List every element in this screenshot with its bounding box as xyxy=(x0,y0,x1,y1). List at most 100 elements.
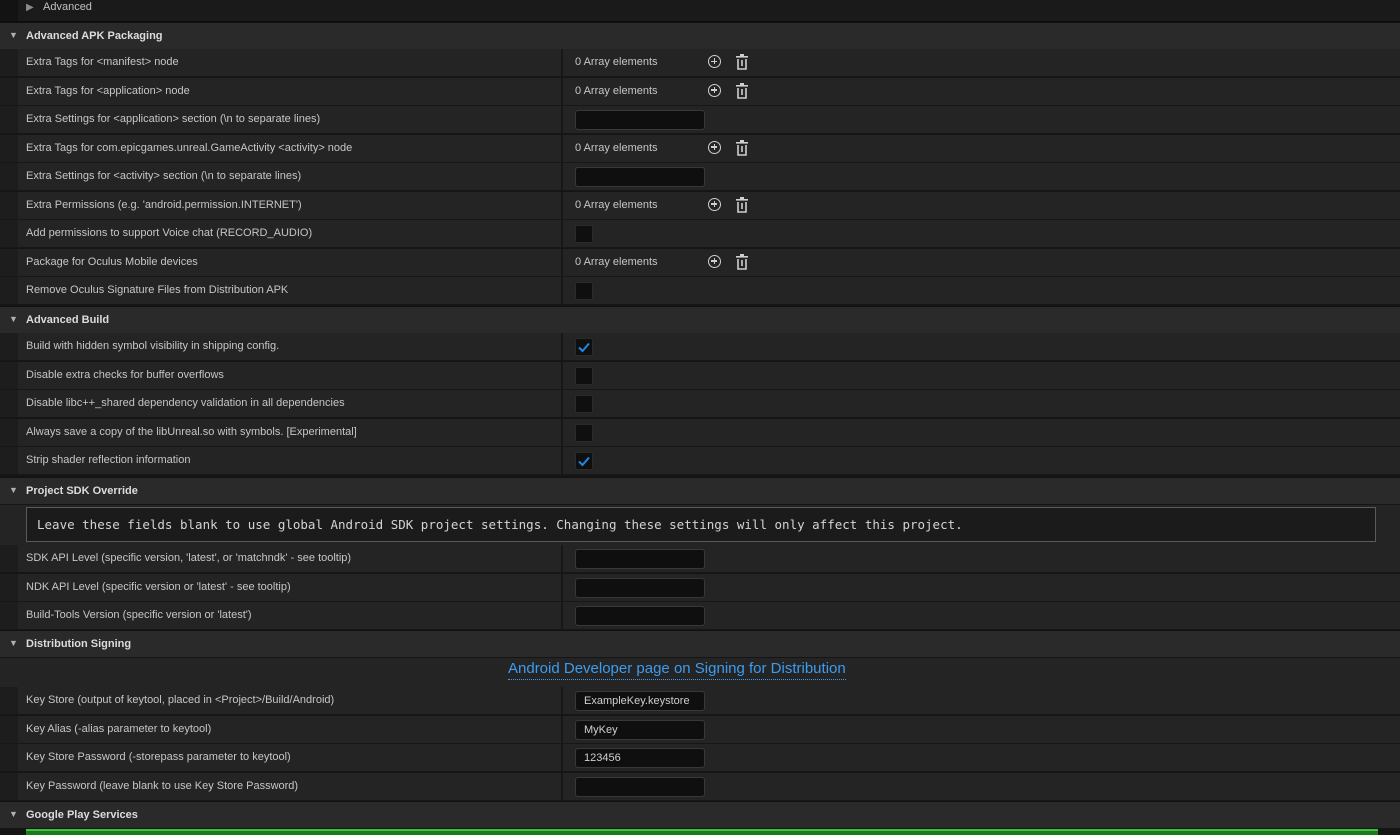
trash-icon[interactable] xyxy=(735,82,749,99)
row-indent xyxy=(0,418,18,446)
checkbox[interactable] xyxy=(575,225,593,243)
text-field[interactable]: MyKey xyxy=(575,719,705,740)
trash-icon[interactable] xyxy=(735,139,749,156)
property-label: Extra Settings for <application> section… xyxy=(26,113,321,125)
column-splitter[interactable] xyxy=(561,248,563,276)
triangle-down-icon[interactable]: ▼ xyxy=(9,314,18,324)
array-count: 0 Array elements xyxy=(575,141,658,154)
checkbox[interactable] xyxy=(575,282,593,300)
column-splitter[interactable] xyxy=(561,277,563,304)
column-splitter[interactable] xyxy=(561,447,563,474)
plus-circle-icon[interactable] xyxy=(708,140,721,154)
property-row: Build with hidden symbol visibility in s… xyxy=(0,333,1400,361)
signing-link-row: Android Developer page on Signing for Di… xyxy=(0,658,1400,687)
property-label: Build with hidden symbol visibility in s… xyxy=(26,340,280,352)
property-row: Always save a copy of the libUnreal.so w… xyxy=(0,418,1400,447)
column-splitter[interactable] xyxy=(561,772,563,800)
column-splitter[interactable] xyxy=(561,744,563,771)
row-indent xyxy=(0,715,18,743)
row-indent xyxy=(0,333,18,360)
column-splitter[interactable] xyxy=(561,220,563,247)
section-header-build[interactable]: ▼ Advanced Build xyxy=(0,306,1400,333)
column-splitter[interactable] xyxy=(561,106,563,133)
row-indent xyxy=(0,248,18,276)
row-indent xyxy=(0,687,18,714)
column-splitter[interactable] xyxy=(561,191,563,219)
section-header-sdk[interactable]: ▼ Project SDK Override xyxy=(0,477,1400,504)
column-splitter[interactable] xyxy=(561,715,563,743)
trash-icon[interactable] xyxy=(735,196,749,213)
column-splitter[interactable] xyxy=(561,390,563,417)
property-row: Key Password (leave blank to use Key Sto… xyxy=(0,772,1400,801)
checkbox[interactable] xyxy=(575,423,593,442)
property-label: Remove Oculus Signature Files from Distr… xyxy=(26,284,289,296)
column-splitter[interactable] xyxy=(561,134,563,162)
trash-icon[interactable] xyxy=(735,253,749,270)
triangle-down-icon[interactable]: ▼ xyxy=(9,485,18,495)
property-row: Extra Settings for <activity> section (\… xyxy=(0,163,1400,191)
array-count: 0 Array elements xyxy=(575,84,658,97)
column-splitter[interactable] xyxy=(561,573,563,601)
column-splitter[interactable] xyxy=(561,163,563,190)
row-indent xyxy=(0,573,18,601)
row-indent xyxy=(0,220,18,247)
text-field[interactable]: ExampleKey.keystore xyxy=(575,691,705,711)
sdk-note-row: Leave these fields blank to use global A… xyxy=(0,505,1400,545)
checkbox-checked[interactable] xyxy=(575,338,593,356)
plus-circle-icon[interactable] xyxy=(708,83,721,97)
text-field[interactable] xyxy=(575,167,705,187)
section-title: Advanced APK Packaging xyxy=(26,30,163,42)
section-header-signing[interactable]: ▼ Distribution Signing xyxy=(0,630,1400,657)
property-label: Build-Tools Version (specific version or… xyxy=(26,609,252,621)
column-splitter[interactable] xyxy=(561,545,563,572)
property-row: Strip shader reflection information xyxy=(0,447,1400,475)
text-field[interactable] xyxy=(575,110,705,130)
signing-docs-link[interactable]: Android Developer page on Signing for Di… xyxy=(508,660,846,680)
column-splitter[interactable] xyxy=(561,77,563,105)
column-splitter[interactable] xyxy=(561,49,563,76)
column-splitter[interactable] xyxy=(561,361,563,389)
row-indent xyxy=(0,361,18,389)
checkbox[interactable] xyxy=(575,366,593,385)
triangle-right-icon[interactable]: ▶ xyxy=(26,2,34,13)
plus-circle-icon[interactable] xyxy=(708,254,721,268)
property-row: Key Store Password (-storepass parameter… xyxy=(0,744,1400,772)
column-splitter[interactable] xyxy=(561,687,563,714)
row-indent xyxy=(0,77,18,105)
text-field[interactable] xyxy=(575,776,705,797)
property-label: Key Alias (-alias parameter to keytool) xyxy=(26,722,212,735)
property-row: Disable extra checks for buffer overflow… xyxy=(0,361,1400,390)
property-label: Key Store (output of keytool, placed in … xyxy=(26,694,335,706)
column-splitter[interactable] xyxy=(561,418,563,446)
trash-icon[interactable] xyxy=(735,54,749,70)
property-label: SDK API Level (specific version, 'latest… xyxy=(26,552,352,564)
row-indent xyxy=(0,277,18,304)
plus-circle-icon[interactable] xyxy=(708,55,721,68)
checkbox[interactable] xyxy=(575,395,593,413)
text-field[interactable] xyxy=(575,549,705,569)
triangle-down-icon[interactable]: ▼ xyxy=(9,809,18,819)
checkbox-checked[interactable] xyxy=(575,452,593,470)
property-row: SDK API Level (specific version, 'latest… xyxy=(0,545,1400,573)
column-splitter[interactable] xyxy=(561,602,563,629)
property-label: Extra Settings for <activity> section (\… xyxy=(26,170,302,182)
property-row: Package for Oculus Mobile devices 0 Array… xyxy=(0,248,1400,277)
text-field[interactable]: 123456 xyxy=(575,748,705,768)
row-indent xyxy=(0,134,18,162)
property-row: Remove Oculus Signature Files from Distr… xyxy=(0,277,1400,305)
property-row: Extra Permissions (e.g. 'android.permiss… xyxy=(0,191,1400,220)
property-label: Extra Tags for <application> node xyxy=(26,84,190,97)
text-field[interactable] xyxy=(575,577,705,598)
section-header-gps[interactable]: ▼ Google Play Services xyxy=(0,801,1400,828)
column-splitter[interactable] xyxy=(561,333,563,360)
advanced-label: Advanced xyxy=(43,1,92,13)
property-label: Extra Tags for com.epicgames.unreal.Game… xyxy=(26,141,353,154)
plus-circle-icon[interactable] xyxy=(708,197,721,211)
advanced-category-row[interactable]: ▶ Advanced xyxy=(0,0,1400,22)
play-services-status-bar xyxy=(26,829,1378,835)
section-header-apk[interactable]: ▼ Advanced APK Packaging xyxy=(0,22,1400,49)
triangle-down-icon[interactable]: ▼ xyxy=(9,30,18,40)
triangle-down-icon[interactable]: ▼ xyxy=(9,638,18,648)
row-indent xyxy=(0,447,18,474)
text-field[interactable] xyxy=(575,606,705,626)
